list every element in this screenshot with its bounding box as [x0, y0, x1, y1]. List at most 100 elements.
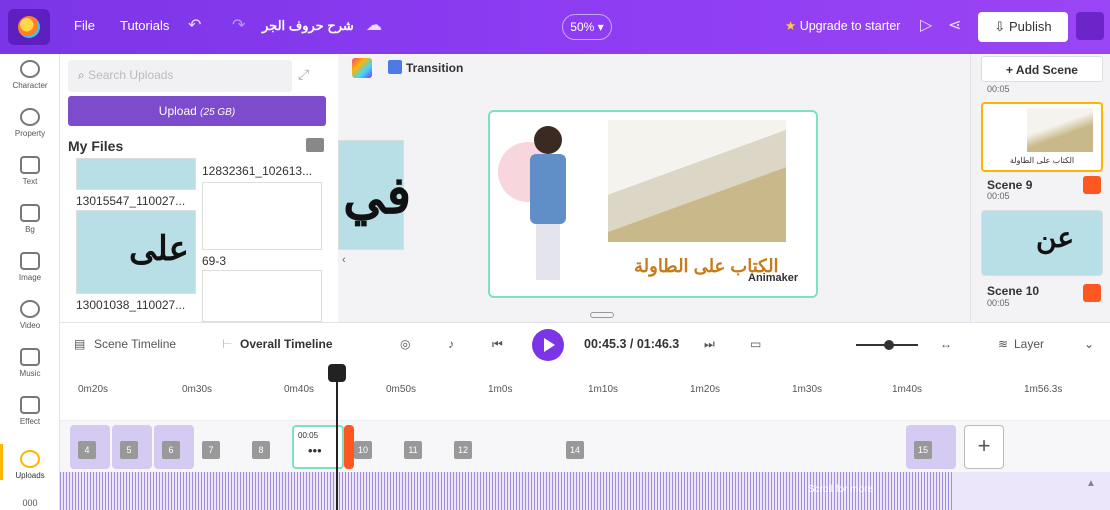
- block-number: 8: [252, 441, 270, 459]
- preview-icon[interactable]: ▷: [920, 15, 932, 35]
- scene-thumb-photo: [1027, 108, 1093, 152]
- collapse-panel-icon[interactable]: ‹: [342, 254, 346, 266]
- add-folder-icon[interactable]: [306, 138, 324, 152]
- scene-block-10[interactable]: 10: [352, 425, 400, 469]
- add-scene-button[interactable]: + Add Scene: [981, 56, 1103, 82]
- scene-block-14[interactable]: 14: [562, 425, 902, 469]
- upload-limit: (25 GB): [200, 107, 236, 118]
- nav-more[interactable]: 000: [0, 498, 60, 508]
- search-placeholder: Search Uploads: [88, 68, 174, 82]
- color-picker-icon[interactable]: [352, 58, 372, 78]
- camera-icon[interactable]: ◎: [400, 337, 410, 351]
- scene-block-5[interactable]: 5: [112, 425, 152, 469]
- upload-thumb-4[interactable]: [202, 270, 322, 322]
- fit-icon[interactable]: ↔: [940, 337, 952, 351]
- expand-icon[interactable]: ⤢: [298, 66, 309, 83]
- audio-track[interactable]: Scroll for more ▲: [60, 472, 1110, 510]
- nav-uploads[interactable]: Uploads: [0, 444, 60, 480]
- chevron-down-icon[interactable]: ⌄: [1084, 337, 1094, 351]
- timeline-toolbar: ▤ Scene Timeline ⊢ Overall Timeline ◎ ♪ …: [60, 322, 1110, 366]
- scene-card-active[interactable]: الكتاب على الطاولة: [981, 102, 1103, 172]
- upgrade-link[interactable]: ★ Upgrade to starter: [785, 18, 900, 33]
- scene-block-6[interactable]: 6: [154, 425, 194, 469]
- effect-icon: [20, 396, 40, 414]
- upload-button[interactable]: Upload (25 GB): [68, 96, 326, 126]
- timeline-zoom-knob[interactable]: [884, 340, 894, 350]
- canvas-resize-handle[interactable]: [590, 312, 614, 318]
- publish-label: Publish: [1008, 19, 1052, 34]
- more-options-icon[interactable]: •••: [308, 443, 322, 458]
- subtitle-icon[interactable]: ▭: [750, 337, 761, 351]
- nav-text[interactable]: Text: [0, 156, 60, 186]
- nav-label: Video: [19, 321, 41, 330]
- file-menu[interactable]: File: [74, 18, 95, 33]
- total-time: 01:46.3: [636, 337, 680, 351]
- scene-card-10[interactable]: عن: [981, 210, 1103, 276]
- block-number: 12: [454, 441, 472, 459]
- scene-block-8[interactable]: 8: [246, 425, 294, 469]
- layer-toggle[interactable]: Layer: [1014, 337, 1044, 351]
- nav-label: Music: [19, 369, 41, 378]
- character-legs[interactable]: [536, 224, 560, 280]
- left-sidebar: Character Property Text Bg Image Video M…: [0, 54, 60, 510]
- ruler-tick: 0m20s: [78, 384, 109, 395]
- play-button[interactable]: [532, 329, 564, 361]
- scene-9-badge[interactable]: [1083, 176, 1101, 194]
- app-logo[interactable]: [8, 9, 50, 45]
- tutorials-menu[interactable]: Tutorials: [120, 18, 169, 33]
- redo-icon[interactable]: ↷: [232, 15, 245, 35]
- nav-effect[interactable]: Effect: [0, 396, 60, 426]
- nav-character[interactable]: Character: [0, 60, 60, 90]
- scene-10-badge[interactable]: [1083, 284, 1101, 302]
- upload-file-name-4: 69-3: [202, 254, 227, 268]
- nav-bg[interactable]: Bg: [0, 204, 60, 234]
- character-body[interactable]: [530, 154, 566, 224]
- user-avatar[interactable]: [1076, 12, 1104, 40]
- block-number: 11: [404, 441, 422, 459]
- block-number: 4: [78, 441, 96, 459]
- microphone-icon[interactable]: ♪: [448, 337, 454, 351]
- ruler-tick: 0m30s: [182, 384, 213, 395]
- upload-thumb-2[interactable]: [202, 182, 322, 250]
- share-icon[interactable]: ⋖: [948, 15, 961, 35]
- scroll-up-icon[interactable]: ▲: [1086, 478, 1096, 489]
- playhead-handle[interactable]: [328, 364, 346, 382]
- character-head[interactable]: [534, 126, 562, 154]
- block-number: 14: [566, 441, 584, 459]
- nav-property[interactable]: Property: [0, 108, 60, 138]
- transition-button[interactable]: Transition: [388, 60, 463, 75]
- publish-button[interactable]: ⇩ Publish: [978, 12, 1068, 42]
- upload-thumb-3[interactable]: على: [76, 210, 196, 294]
- table-photo[interactable]: [608, 120, 786, 242]
- search-icon: ⌕: [78, 68, 85, 82]
- add-scene-plus-button[interactable]: +: [964, 425, 1004, 469]
- nav-label: Property: [14, 129, 46, 138]
- skip-forward-icon[interactable]: ⏭: [704, 337, 715, 352]
- nav-music[interactable]: Music: [0, 348, 60, 378]
- overall-timeline-tab[interactable]: Overall Timeline: [240, 337, 333, 351]
- nav-video[interactable]: Video: [0, 300, 60, 330]
- animaker-watermark: Animaker: [748, 272, 799, 284]
- scene-caption: الكتاب على الطاولة: [1009, 156, 1075, 165]
- thumb-word: على: [129, 229, 189, 269]
- skip-back-icon[interactable]: ⏮: [492, 337, 503, 352]
- project-title[interactable]: شرح حروف الجر: [262, 18, 354, 34]
- block-number: 6: [162, 441, 180, 459]
- scene-block-15[interactable]: 15: [906, 425, 956, 469]
- scene-timeline-icon: ▤: [74, 337, 86, 351]
- scene-block-11[interactable]: 11: [398, 425, 450, 469]
- search-uploads-input[interactable]: ⌕ Search Uploads: [68, 60, 292, 92]
- scene-10-time: 00:05: [987, 298, 1010, 308]
- upload-thumb-1[interactable]: [76, 158, 196, 190]
- scene-block-4[interactable]: 4: [70, 425, 110, 469]
- timeline-ruler[interactable]: 0m20s 0m30s 0m40s 0m50s 1m0s 1m10s 1m20s…: [60, 366, 1110, 420]
- scene-timeline-tab[interactable]: Scene Timeline: [94, 337, 176, 351]
- scene-block-12[interactable]: 12: [450, 425, 566, 469]
- selected-block-time: 00:05: [298, 431, 319, 440]
- zoom-dropdown[interactable]: 50% ▾: [562, 14, 612, 40]
- undo-icon[interactable]: ↶: [188, 15, 201, 35]
- nav-image[interactable]: Image: [0, 252, 60, 282]
- logo-icon: [18, 16, 40, 38]
- cloud-save-icon[interactable]: ☁: [366, 15, 382, 35]
- scene-canvas[interactable]: الكتاب على الطاولة Animaker: [488, 110, 818, 298]
